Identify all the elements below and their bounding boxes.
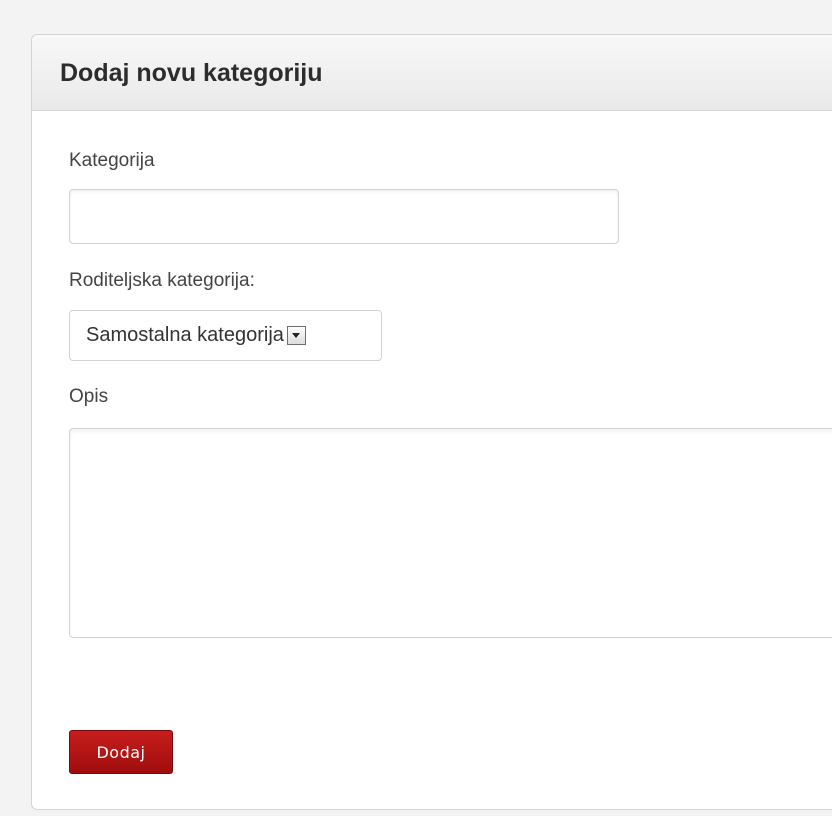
add-button[interactable]: Dodaj [69,730,173,774]
page: Dodaj novu kategoriju Kategorija Roditel… [0,0,832,816]
parent-category-select[interactable]: Samostalna kategorija [69,310,382,361]
parent-category-label: Roditeljska kategorija: [69,270,255,291]
description-label: Opis [69,386,109,407]
panel-header: Dodaj novu kategoriju [32,35,832,111]
add-category-panel: Dodaj novu kategoriju Kategorija Roditel… [31,34,832,810]
panel-title: Dodaj novu kategoriju [60,59,323,87]
chevron-down-icon[interactable] [286,326,306,345]
description-textarea[interactable] [69,428,832,638]
category-label: Kategorija [69,150,155,171]
parent-category-selected-value: Samostalna kategorija [86,324,284,346]
category-input[interactable] [69,189,619,244]
